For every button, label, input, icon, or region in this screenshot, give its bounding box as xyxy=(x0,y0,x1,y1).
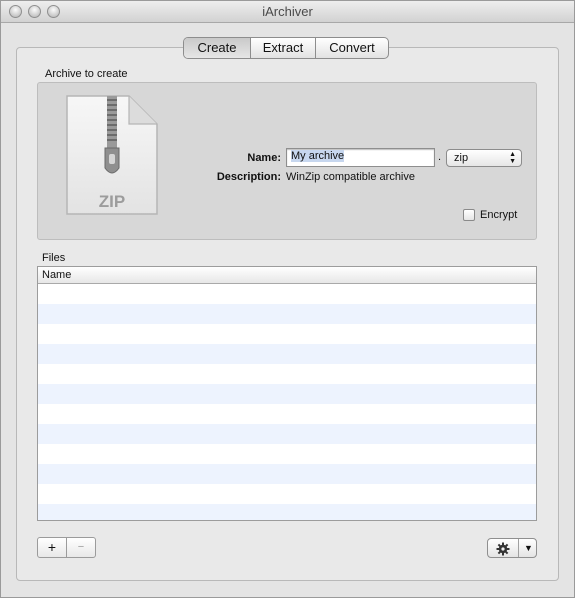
table-row[interactable] xyxy=(38,504,536,520)
window-title: iArchiver xyxy=(262,4,313,19)
encrypt-checkbox[interactable] xyxy=(463,209,475,221)
table-row[interactable] xyxy=(38,344,536,364)
table-row[interactable] xyxy=(38,324,536,344)
format-select-value: zip xyxy=(454,152,469,164)
title-bar[interactable]: iArchiver xyxy=(1,1,574,23)
select-arrows-icon: ▲ ▼ xyxy=(509,151,516,165)
tab-convert[interactable]: Convert xyxy=(315,38,388,58)
tab-extract[interactable]: Extract xyxy=(250,38,315,58)
add-file-button[interactable]: + xyxy=(38,538,66,557)
column-header-name[interactable]: Name xyxy=(38,267,536,284)
tab-create[interactable]: Create xyxy=(184,38,250,58)
format-select[interactable]: zip ▲ ▼ xyxy=(446,149,522,167)
files-section-title: Files xyxy=(42,252,66,264)
table-row[interactable] xyxy=(38,484,536,504)
extension-separator: . xyxy=(438,151,442,163)
table-row[interactable] xyxy=(38,464,536,484)
zip-file-icon: ZIP xyxy=(66,95,158,215)
triangle-down-icon[interactable]: ▼ xyxy=(524,543,533,553)
app-window: iArchiver Create Extract Convert Archive… xyxy=(0,0,575,598)
table-row[interactable] xyxy=(38,424,536,444)
name-label: Name: xyxy=(247,152,281,164)
action-menu-button[interactable]: ▼ xyxy=(487,538,537,558)
description-label: Description: xyxy=(216,171,281,183)
encrypt-label[interactable]: Encrypt xyxy=(480,209,517,221)
gear-icon xyxy=(496,542,510,556)
table-row[interactable] xyxy=(38,304,536,324)
table-row[interactable] xyxy=(38,444,536,464)
table-row[interactable] xyxy=(38,384,536,404)
action-button-divider xyxy=(518,539,519,557)
archive-section-title: Archive to create xyxy=(45,68,128,80)
mode-tabs: Create Extract Convert xyxy=(183,37,389,59)
add-remove-buttons: + − xyxy=(37,537,96,558)
files-table[interactable]: Name xyxy=(37,266,537,521)
remove-file-button[interactable]: − xyxy=(66,538,95,557)
table-row[interactable] xyxy=(38,404,536,424)
table-row[interactable] xyxy=(38,284,536,304)
name-input[interactable]: My archive xyxy=(286,148,435,167)
zip-icon-label: ZIP xyxy=(99,192,125,211)
name-input-text: My archive xyxy=(291,150,345,162)
table-row[interactable] xyxy=(38,364,536,384)
description-value: WinZip compatible archive xyxy=(286,171,415,183)
